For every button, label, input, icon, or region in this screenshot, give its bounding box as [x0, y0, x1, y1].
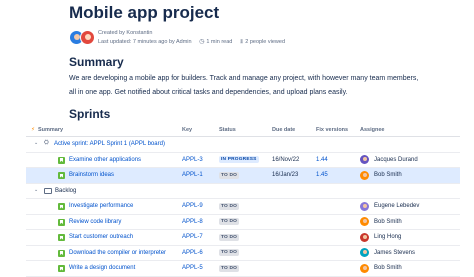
story-icon: [58, 249, 65, 257]
story-icon: [58, 234, 65, 241]
status-badge: TO DO: [219, 171, 240, 179]
issue-key[interactable]: APPL-6: [182, 250, 203, 256]
clock-icon: ◷: [199, 39, 205, 45]
status-badge: TO DO: [219, 202, 240, 210]
status-badge: IN PROGRESS: [219, 156, 259, 163]
column-due-date[interactable]: Due date: [272, 127, 295, 133]
issue-key[interactable]: APPL-1: [182, 172, 203, 178]
sprint-label[interactable]: Active sprint: APPL Sprint 1 (APPL board…: [54, 141, 165, 147]
table-header: ⚡ Summary Key Status Due date Fix versio…: [26, 124, 460, 137]
table-row[interactable]: Examine other applications APPL-3 IN PRO…: [26, 153, 460, 168]
page-meta: Last updated: 7 minutes ago by Admin ◷ 1 …: [98, 38, 291, 46]
chevron-down-icon[interactable]: ⌄: [34, 140, 38, 146]
backlog-label[interactable]: Backlog: [55, 188, 76, 194]
assignee-avatar[interactable]: [360, 155, 369, 164]
story-icon: [58, 172, 65, 179]
column-assignee[interactable]: Assignee: [360, 127, 384, 133]
column-key[interactable]: Key: [182, 127, 192, 133]
assignee-name: Ling Hong: [374, 234, 402, 240]
column-status[interactable]: Status: [219, 127, 236, 133]
assignee-name: James Stevens: [374, 249, 416, 256]
table-row[interactable]: Brainstorm ideas APPL-1 TO DO 16/Jan/23 …: [26, 168, 460, 184]
due-date: 16/Nov/22: [272, 156, 300, 163]
issue-summary[interactable]: Write a design document: [69, 265, 135, 271]
summary-text: We are developing a mobile app for build…: [69, 75, 419, 96]
assignee-avatar[interactable]: [360, 232, 369, 242]
issue-summary[interactable]: Start customer outreach: [69, 234, 133, 240]
analytics-icon: ⫫: [239, 39, 244, 45]
story-icon: [58, 156, 65, 164]
assignee-name: Bob Smith: [374, 265, 402, 271]
status-badge: TO DO: [219, 233, 240, 241]
page-title: Mobile app project: [69, 3, 220, 22]
assignee-avatar[interactable]: [360, 201, 369, 211]
assignee-name: Jacques Durand: [374, 156, 418, 163]
issue-key[interactable]: APPL-5: [182, 265, 203, 271]
summary-heading: Summary: [69, 55, 124, 69]
due-date: 16/Jan/23: [272, 172, 299, 178]
fix-version[interactable]: 1.45: [316, 172, 328, 178]
assignee-avatar[interactable]: [360, 170, 369, 180]
story-icon: [58, 203, 65, 210]
assignee-name: Bob Smith: [374, 218, 402, 225]
column-summary[interactable]: Summary: [38, 127, 63, 133]
sprint-icon: ⛭: [44, 140, 49, 146]
table-row[interactable]: Download the compiler or interpreter APP…: [26, 246, 460, 261]
jira-issues-table: ⚡ Summary Key Status Due date Fix versio…: [26, 124, 460, 277]
issue-summary[interactable]: Investigate performance: [69, 203, 133, 209]
table-row[interactable]: Investigate performance APPL-9 TO DO Eug…: [26, 199, 460, 215]
column-fix-versions[interactable]: Fix versions: [316, 127, 348, 133]
status-badge: TO DO: [219, 249, 240, 256]
assignee-avatar[interactable]: [360, 263, 369, 273]
last-updated: Last updated: 7 minutes ago by Admin: [98, 39, 192, 45]
table-row[interactable]: Start customer outreach APPL-7 TO DO Lin…: [26, 230, 460, 246]
story-icon: [58, 218, 65, 226]
issue-summary[interactable]: Download the compiler or interpreter: [69, 250, 166, 256]
fix-version[interactable]: 1.44: [316, 157, 328, 163]
created-by: Created by Konstantin: [98, 30, 153, 36]
assignee-name: Eugene Lebedev: [374, 203, 420, 209]
assignee-name: Bob Smith: [374, 172, 402, 178]
assignee-avatar[interactable]: [360, 248, 369, 257]
issue-key[interactable]: APPL-8: [182, 219, 203, 225]
chevron-down-icon[interactable]: ⌄: [34, 187, 38, 193]
status-badge: TO DO: [219, 218, 240, 225]
confluence-page: Mobile app project Created by Konstantin…: [0, 0, 474, 277]
issue-summary[interactable]: Examine other applications: [69, 157, 141, 163]
issue-key[interactable]: APPL-7: [182, 234, 203, 240]
read-time: 1 min read: [206, 39, 233, 45]
issue-summary[interactable]: Brainstorm ideas: [69, 172, 114, 178]
table-row[interactable]: Review code library APPL-8 TO DO Bob Smi…: [26, 215, 460, 230]
group-row-backlog[interactable]: ⌄ Backlog: [26, 184, 460, 199]
assignee-avatar[interactable]: [360, 217, 369, 226]
folder-icon: [44, 187, 52, 194]
avatar[interactable]: [80, 30, 95, 45]
status-badge: TO DO: [219, 264, 240, 272]
sort-icon[interactable]: ⚡: [31, 127, 35, 133]
group-row-active-sprint[interactable]: ⌄ ⛭ Active sprint: APPL Sprint 1 (APPL b…: [26, 137, 460, 153]
issue-summary[interactable]: Review code library: [69, 219, 121, 225]
sprints-heading: Sprints: [69, 107, 111, 121]
issue-key[interactable]: APPL-9: [182, 203, 203, 209]
issue-key[interactable]: APPL-3: [182, 157, 203, 163]
people-viewed[interactable]: 2 people viewed: [245, 39, 285, 45]
